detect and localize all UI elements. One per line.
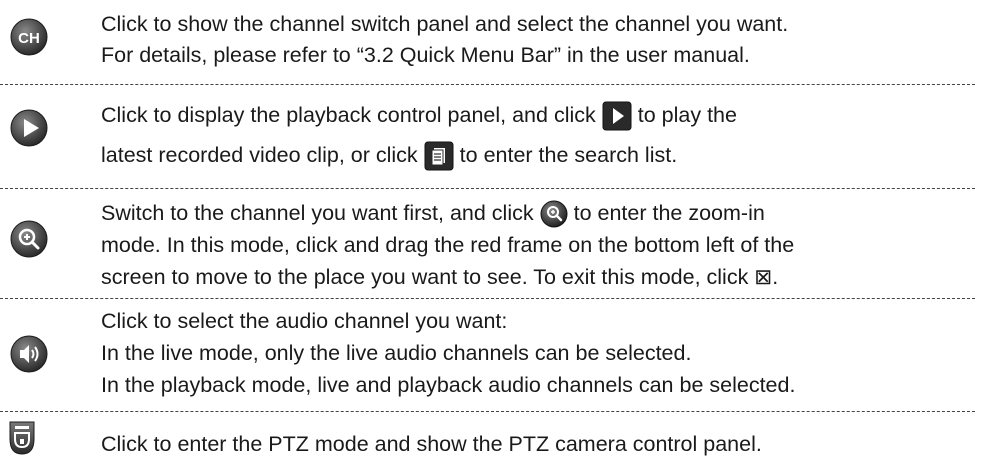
row-zoom: Switch to the channel you want first, an… bbox=[0, 189, 983, 297]
row4-line1: Click to select the audio channel you wa… bbox=[101, 309, 508, 333]
ch-icon-label: CH bbox=[18, 30, 40, 47]
play-icon bbox=[10, 109, 48, 147]
ch-icon: CH bbox=[10, 18, 48, 56]
row-playback: Click to display the playback control pa… bbox=[0, 85, 983, 187]
row2-line2-b: to enter the search list. bbox=[459, 143, 678, 167]
row1-line2: For details, please refer to “3.2 Quick … bbox=[101, 43, 750, 67]
ptz-icon bbox=[7, 419, 37, 457]
row3-line2: mode. In this mode, click and drag the r… bbox=[101, 233, 795, 257]
row-channel-switch: CH Click to show the channel switch pane… bbox=[0, 0, 983, 83]
play-button-icon bbox=[602, 101, 632, 131]
search-list-icon bbox=[424, 141, 454, 171]
row3-line1-a: Switch to the channel you want first, an… bbox=[101, 201, 534, 225]
row2-line1-a: Click to display the playback control pa… bbox=[101, 103, 596, 127]
row2-line1: Click to display the playback control pa… bbox=[101, 95, 737, 135]
row-ptz: Click to enter the PTZ mode and show the… bbox=[0, 412, 983, 469]
row4-line2: In the live mode, only the live audio ch… bbox=[101, 341, 692, 365]
row3-line3: screen to move to the place you want to … bbox=[101, 265, 779, 289]
audio-icon bbox=[10, 335, 48, 373]
row5-line1: Click to enter the PTZ mode and show the… bbox=[101, 432, 762, 456]
row3-line1-b: to enter the zoom-in bbox=[573, 201, 765, 225]
row-audio: Click to select the audio channel you wa… bbox=[0, 299, 983, 410]
row2-line1-b: to play the bbox=[637, 103, 737, 127]
row2-line2-a: latest recorded video clip, or click bbox=[101, 143, 418, 167]
row3-line1: Switch to the channel you want first, an… bbox=[101, 197, 794, 229]
row2-line2: latest recorded video clip, or click to … bbox=[101, 135, 737, 175]
row4-line3: In the playback mode, live and playback … bbox=[101, 373, 796, 397]
zoom-button-icon bbox=[540, 200, 568, 228]
row1-line1: Click to show the channel switch panel a… bbox=[101, 12, 789, 36]
zoom-in-icon bbox=[10, 220, 48, 258]
